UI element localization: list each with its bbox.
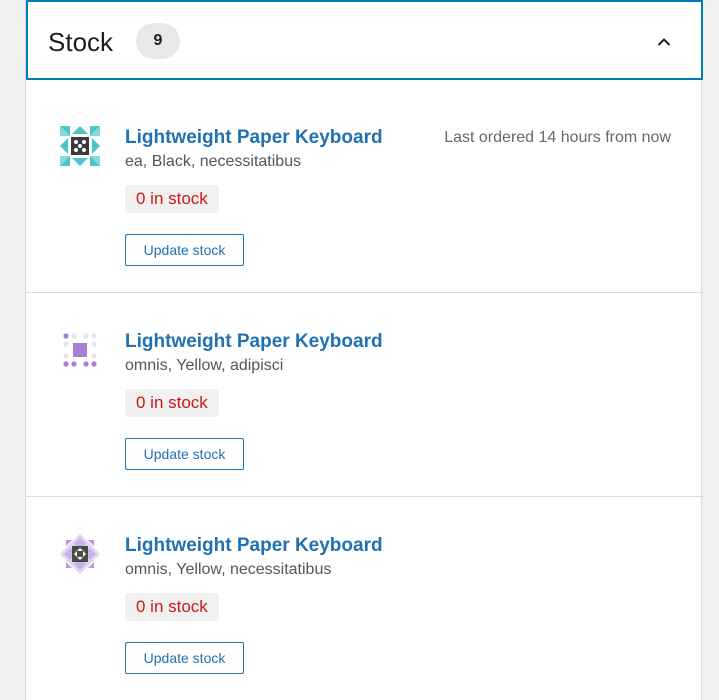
product-thumbnail-icon: [60, 534, 100, 574]
update-stock-button[interactable]: Update stock: [125, 234, 244, 266]
stock-panel-header[interactable]: Stock 9: [26, 0, 703, 80]
product-attributes: omnis, Yellow, necessitatibus: [125, 561, 332, 578]
product-thumbnail-icon: [60, 126, 100, 166]
chevron-up-icon[interactable]: [652, 30, 676, 54]
list-item: Lightweight Paper Keyboard omnis, Yellow…: [26, 496, 703, 700]
product-attributes: ea, Black, necessitatibus: [125, 153, 302, 170]
stock-count-badge: 9: [136, 23, 180, 59]
update-stock-button[interactable]: Update stock: [125, 438, 244, 470]
stock-status-badge: 0 in stock: [125, 389, 219, 417]
list-item: Lightweight Paper Keyboard ea, Black, ne…: [26, 88, 703, 292]
update-stock-button[interactable]: Update stock: [125, 642, 244, 674]
product-name-link[interactable]: Lightweight Paper Keyboard: [125, 534, 383, 558]
list-item: Lightweight Paper Keyboard omnis, Yellow…: [26, 292, 703, 496]
stock-status-badge: 0 in stock: [125, 185, 219, 213]
product-name-link[interactable]: Lightweight Paper Keyboard: [125, 126, 383, 150]
product-attributes: omnis, Yellow, adipisci: [125, 357, 284, 374]
product-thumbnail-icon: [60, 330, 100, 370]
last-ordered-text: Last ordered 14 hours from now: [444, 129, 671, 146]
panel-title: Stock: [48, 27, 114, 57]
stock-status-badge: 0 in stock: [125, 593, 219, 621]
stock-panel: Stock 9 Lightweight Paper Keyboard ea, B…: [25, 0, 703, 700]
product-name-link[interactable]: Lightweight Paper Keyboard: [125, 330, 383, 354]
